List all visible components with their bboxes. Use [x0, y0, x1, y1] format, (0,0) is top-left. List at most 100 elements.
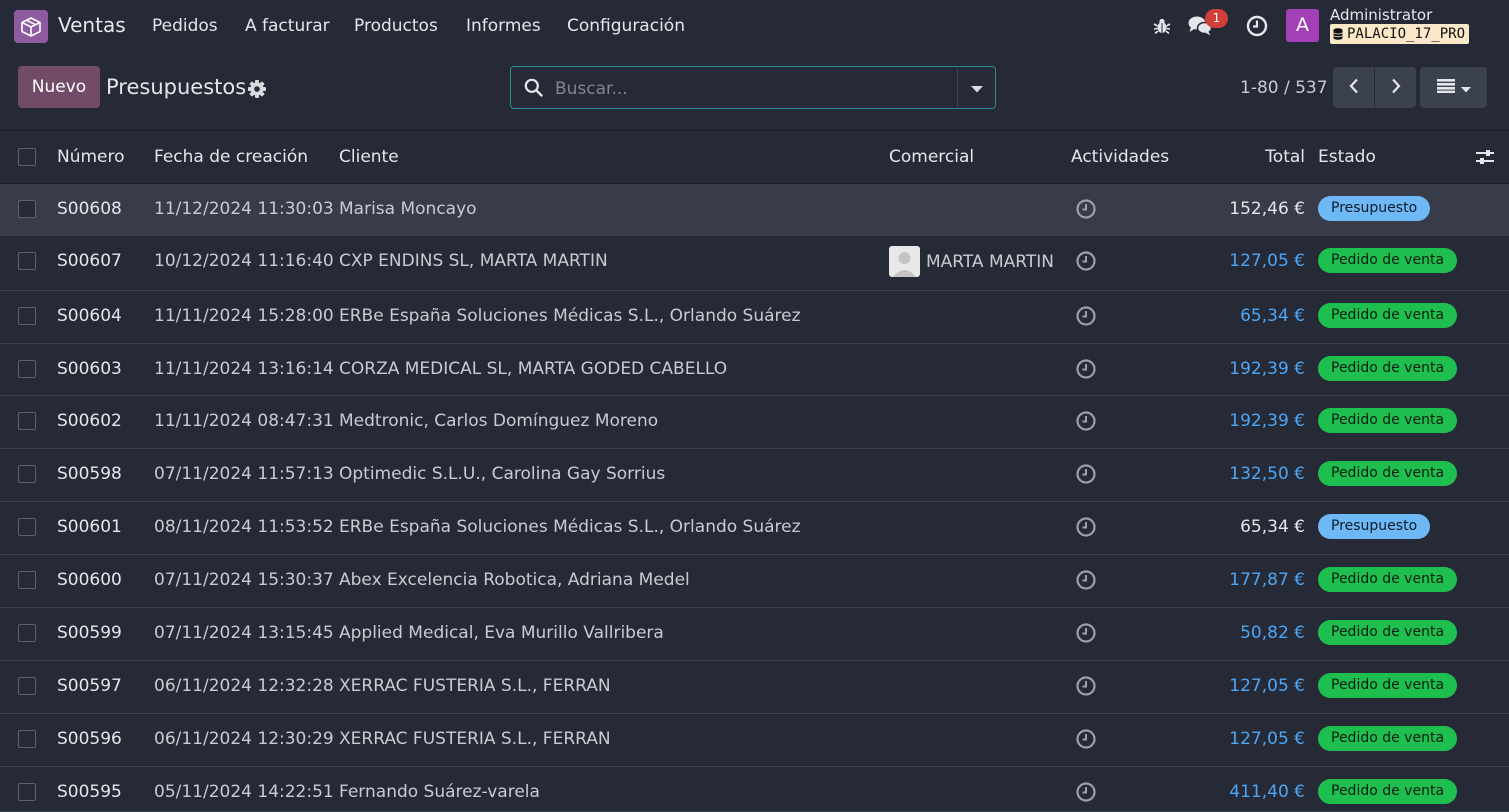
client-name: Optimedic S.L.U., Carolina Gay Sorrius	[339, 464, 666, 484]
menu-informes[interactable]: Informes	[466, 16, 541, 36]
order-total: 65,34 €	[1240, 306, 1305, 326]
row-checkbox[interactable]	[18, 783, 36, 801]
table-row[interactable]: S00601 08/11/2024 11:53:52 ERBe España Sol…	[0, 502, 1509, 555]
column-activities[interactable]: Actividades	[1071, 147, 1169, 167]
order-number: S00598	[57, 464, 122, 484]
activity-clock-icon[interactable]	[1075, 250, 1097, 272]
table-row[interactable]: S00600 07/11/2024 15:30:37 Abex Excelencia…	[0, 555, 1509, 608]
row-checkbox[interactable]	[18, 624, 36, 642]
row-checkbox[interactable]	[18, 200, 36, 218]
activity-clock-icon[interactable]	[1075, 781, 1097, 803]
order-total: 132,50 €	[1229, 464, 1305, 484]
row-checkbox[interactable]	[18, 571, 36, 589]
activity-clock-icon[interactable]	[1075, 358, 1097, 380]
database-badge: PALACIO_17_PRO	[1330, 24, 1470, 44]
table-row[interactable]: S00599 07/11/2024 13:15:45 Applied Medical…	[0, 608, 1509, 661]
status-badge: Pedido de venta	[1318, 408, 1458, 433]
order-total: 127,05 €	[1229, 251, 1305, 271]
user-name[interactable]: Administrator	[1330, 6, 1432, 24]
activity-clock-icon[interactable]	[1075, 305, 1097, 327]
activity-clock-icon[interactable]	[1075, 675, 1097, 697]
table-row[interactable]: S00603 11/11/2024 13:16:14 CORZA MEDICAL S…	[0, 344, 1509, 396]
column-client[interactable]: Cliente	[339, 147, 399, 167]
creation-date: 11/11/2024 08:47:31	[154, 411, 334, 431]
column-total[interactable]: Total	[1265, 147, 1305, 167]
search-input[interactable]	[553, 67, 947, 110]
status-badge: Pedido de venta	[1318, 620, 1458, 645]
top-navbar: Ventas Pedidos A facturar Productos Info…	[0, 0, 1509, 53]
select-all-checkbox[interactable]	[18, 148, 36, 166]
activity-clock-icon[interactable]	[1075, 463, 1097, 485]
app-menu-icon[interactable]	[14, 10, 48, 43]
column-salesman[interactable]: Comercial	[889, 147, 974, 167]
row-checkbox[interactable]	[18, 360, 36, 378]
new-button[interactable]: Nuevo	[18, 66, 100, 108]
table-row[interactable]: S00602 11/11/2024 08:47:31 Medtronic, Carl…	[0, 396, 1509, 449]
menu-pedidos[interactable]: Pedidos	[152, 16, 218, 36]
order-total: 152,46 €	[1229, 199, 1305, 219]
optional-columns-icon[interactable]	[1474, 148, 1496, 166]
row-checkbox[interactable]	[18, 730, 36, 748]
table-row[interactable]: S00598 07/11/2024 11:57:13 Optimedic S.L.U…	[0, 449, 1509, 502]
client-name: Marisa Moncayo	[339, 199, 477, 219]
search-options-toggle[interactable]	[957, 66, 996, 109]
column-number[interactable]: Número	[57, 147, 125, 167]
client-name: Abex Excelencia Robotica, Adriana Medel	[339, 570, 690, 590]
client-name: Applied Medical, Eva Murillo Vallribera	[339, 623, 664, 643]
table-row[interactable]: S00604 11/11/2024 15:28:00 ERBe España Sol…	[0, 291, 1509, 344]
menu-a-facturar[interactable]: A facturar	[245, 16, 330, 36]
client-name: Medtronic, Carlos Domínguez Moreno	[339, 411, 659, 431]
client-name: Fernando Suárez-varela	[339, 782, 540, 802]
table-row[interactable]: S00608 11/12/2024 11:30:03 Marisa Moncayo 1…	[0, 184, 1509, 236]
creation-date: 06/11/2024 12:30:29	[154, 729, 334, 749]
row-checkbox[interactable]	[18, 252, 36, 270]
creation-date: 11/11/2024 13:16:14	[154, 359, 334, 379]
table-row[interactable]: S00607 10/12/2024 11:16:40 CXP ENDINS SL, …	[0, 236, 1509, 291]
activity-clock-icon[interactable]	[1075, 728, 1097, 750]
activity-clock-icon[interactable]	[1075, 198, 1097, 220]
activity-clock-icon[interactable]	[1075, 569, 1097, 591]
menu-configuracion[interactable]: Configuración	[567, 16, 685, 36]
activity-clock-icon[interactable]	[1245, 14, 1269, 38]
activity-clock-icon[interactable]	[1075, 410, 1097, 432]
debug-bug-icon[interactable]	[1150, 14, 1174, 38]
salesman-name: MARTA MARTIN	[926, 251, 1054, 272]
column-status[interactable]: Estado	[1318, 147, 1376, 167]
order-total: 411,40 €	[1229, 782, 1305, 802]
menu-productos[interactable]: Productos	[354, 16, 438, 36]
pager-value[interactable]: 1-80 / 537	[1240, 78, 1328, 98]
app-name[interactable]: Ventas	[58, 13, 126, 37]
caret-down-icon	[970, 78, 983, 97]
search-box[interactable]	[510, 66, 959, 110]
table-row[interactable]: S00596 06/11/2024 12:30:29 XERRAC FUSTERIA…	[0, 714, 1509, 767]
table-row[interactable]: S00597 06/11/2024 12:32:28 XERRAC FUSTERIA…	[0, 661, 1509, 714]
order-total: 177,87 €	[1229, 570, 1305, 590]
column-date[interactable]: Fecha de creación	[154, 147, 308, 167]
row-checkbox[interactable]	[18, 307, 36, 325]
status-badge: Presupuesto	[1318, 514, 1431, 539]
creation-date: 06/11/2024 12:32:28	[154, 676, 334, 696]
chevron-left-icon	[1349, 78, 1359, 98]
client-name: ERBe España Soluciones Médicas S.L., Orl…	[339, 306, 801, 326]
order-total: 192,39 €	[1229, 359, 1305, 379]
order-number: S00601	[57, 517, 122, 537]
order-total: 65,34 €	[1240, 517, 1305, 537]
row-checkbox[interactable]	[18, 465, 36, 483]
gear-icon[interactable]	[247, 79, 267, 99]
database-name: PALACIO_17_PRO	[1347, 26, 1466, 42]
row-checkbox[interactable]	[18, 518, 36, 536]
view-switcher-button[interactable]	[1420, 67, 1487, 108]
row-checkbox[interactable]	[18, 412, 36, 430]
status-badge: Presupuesto	[1318, 196, 1431, 221]
user-avatar[interactable]: A	[1286, 9, 1319, 42]
pager-next-button[interactable]	[1375, 67, 1416, 108]
order-number: S00604	[57, 306, 122, 326]
row-checkbox[interactable]	[18, 677, 36, 695]
activity-clock-icon[interactable]	[1075, 622, 1097, 644]
status-badge: Pedido de venta	[1318, 303, 1458, 328]
status-badge: Pedido de venta	[1318, 673, 1458, 698]
table-row[interactable]: S00595 05/11/2024 14:22:51 Fernando Suárez…	[0, 767, 1509, 812]
database-icon	[1333, 28, 1343, 40]
pager-previous-button[interactable]	[1333, 67, 1374, 108]
activity-clock-icon[interactable]	[1075, 516, 1097, 538]
